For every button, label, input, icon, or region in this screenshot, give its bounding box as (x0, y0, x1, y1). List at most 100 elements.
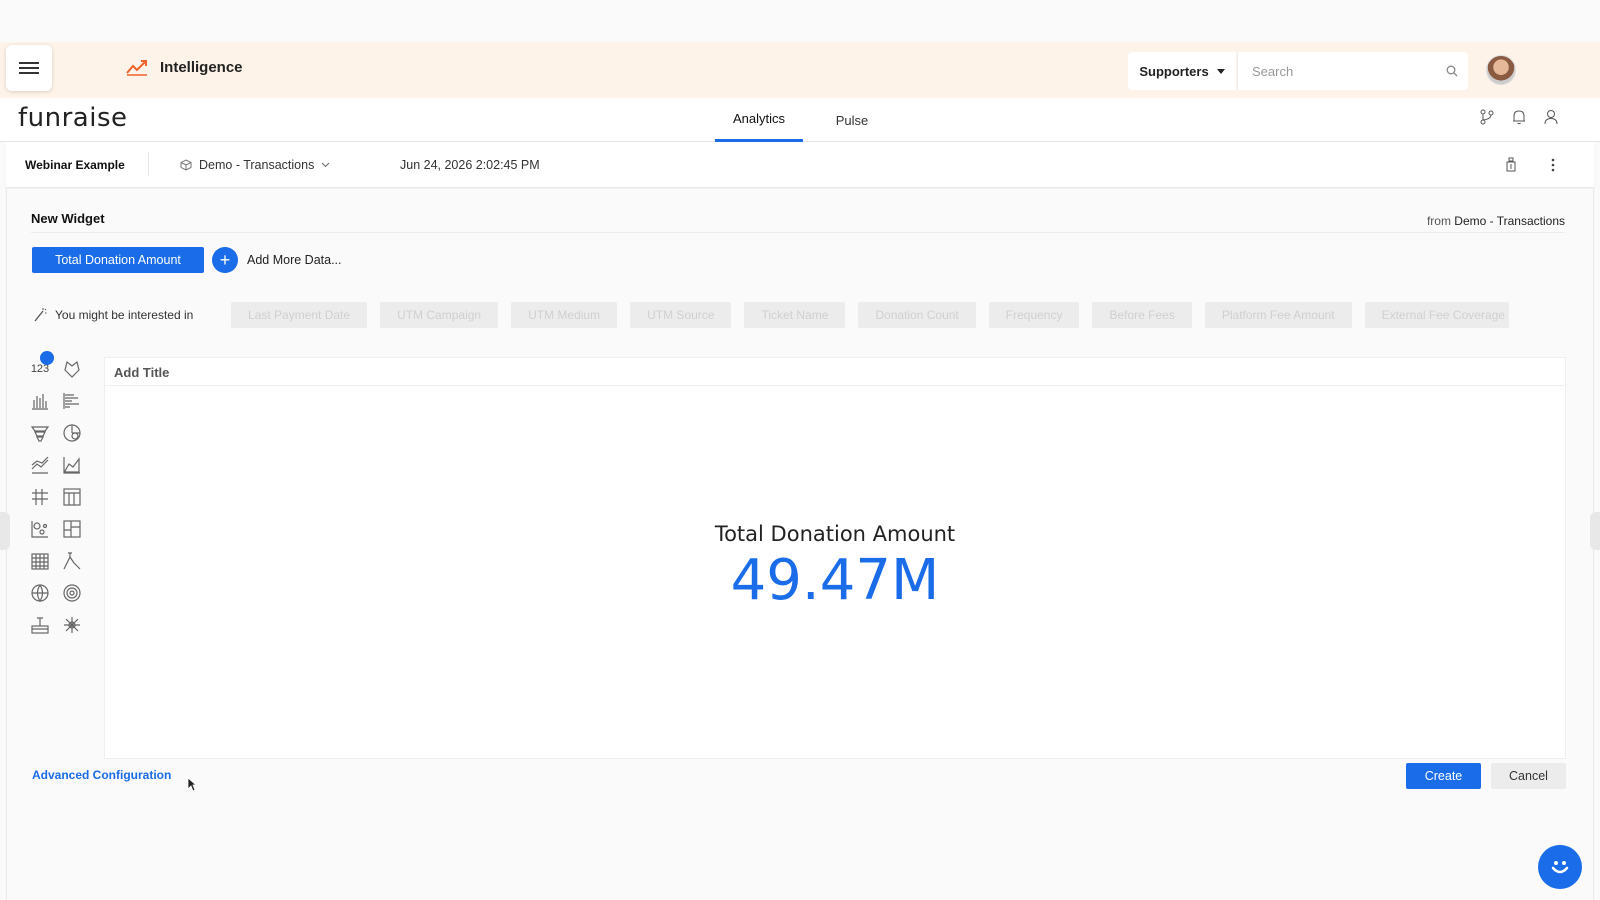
trend-up-icon (126, 60, 147, 76)
pie-chart-icon (63, 423, 81, 442)
datasource-dropdown[interactable]: Demo - Transactions (180, 158, 330, 172)
sunburst-button[interactable] (60, 582, 84, 603)
suggestion-chip[interactable]: Frequency (988, 302, 1080, 328)
datasource-label: Demo - Transactions (199, 158, 315, 172)
table-chart-button[interactable] (28, 486, 52, 507)
dashboard-name: Webinar Example (25, 158, 125, 172)
nav-icons (1478, 108, 1560, 126)
menu-button[interactable] (6, 45, 52, 91)
tab-pulse[interactable]: Pulse (820, 98, 884, 142)
suggestion-chip[interactable]: Platform Fee Amount (1204, 302, 1352, 328)
smiley-icon (1551, 861, 1569, 874)
kpi-value: 49.47M (730, 548, 940, 613)
polar-icon (64, 360, 80, 378)
widget-source: from Demo - Transactions (1427, 214, 1565, 228)
boxplot-icon (63, 551, 81, 569)
search-icon[interactable] (1446, 65, 1458, 77)
suggestion-chip[interactable]: Before Fees (1092, 302, 1192, 328)
timestamp: Jun 24, 2026 2:02:45 PM (400, 158, 540, 172)
scatter-chart-button[interactable] (28, 518, 52, 539)
suggestion-chip[interactable]: Ticket Name (744, 302, 846, 328)
app-brand: Intelligence (126, 58, 243, 76)
treemap-icon (63, 519, 81, 538)
suggestion-chip[interactable]: Last Payment Date (231, 302, 368, 328)
create-button[interactable]: Create (1406, 763, 1481, 789)
table-icon (32, 488, 48, 505)
suggestion-chip[interactable]: External Fee Coverage (1364, 302, 1509, 328)
kpi-label: Total Donation Amount (714, 522, 956, 546)
right-panel-handle[interactable] (1590, 512, 1600, 550)
left-panel-handle[interactable] (0, 512, 10, 550)
hamburger-icon (19, 59, 39, 77)
area-chart-icon (63, 456, 80, 474)
cube-icon (180, 159, 192, 171)
divider (31, 232, 1565, 233)
bar-chart-button[interactable] (60, 390, 84, 411)
selected-badge (40, 351, 54, 365)
indicator-chart-button[interactable]: 123 (28, 351, 54, 379)
pivot-table-icon (63, 487, 81, 506)
treemap-button[interactable] (60, 518, 84, 539)
subheader-icons (1502, 156, 1562, 174)
advanced-configuration-link[interactable]: Advanced Configuration (32, 768, 171, 782)
caret-down-icon (1216, 68, 1225, 74)
supporters-label: Supporters (1139, 63, 1209, 79)
pie-chart-button[interactable] (60, 422, 84, 443)
globe-icon (31, 583, 49, 602)
sparkle-icon (64, 616, 80, 633)
bell-icon[interactable] (1510, 108, 1528, 126)
user-icon[interactable] (1542, 108, 1560, 126)
magic-wand-icon (34, 308, 47, 322)
suggestion-chips: Last Payment Date UTM Campaign UTM Mediu… (231, 302, 1509, 328)
user-avatar[interactable] (1486, 55, 1516, 85)
pivot-table-button[interactable] (60, 486, 84, 507)
widget-title-input[interactable] (114, 365, 514, 380)
tab-analytics[interactable]: Analytics (715, 98, 803, 142)
polar-chart-button[interactable] (60, 358, 84, 379)
filter-icon[interactable] (1502, 156, 1520, 174)
search-box[interactable] (1237, 52, 1468, 90)
from-source: Demo - Transactions (1454, 214, 1565, 228)
blox-button[interactable] (28, 614, 52, 635)
add-more-data-button[interactable]: + Add More Data... (212, 247, 342, 273)
supporters-dropdown[interactable]: Supporters (1128, 52, 1236, 90)
cancel-button[interactable]: Cancel (1491, 763, 1566, 789)
suggestions-label: You might be interested in (33, 307, 193, 323)
calendar-heatmap-icon (31, 552, 49, 570)
sunburst-icon (63, 583, 81, 602)
widget-editor-title: New Widget (31, 211, 105, 226)
divider (104, 385, 1566, 386)
boxplot-button[interactable] (60, 550, 84, 571)
funnel-chart-button[interactable] (28, 422, 52, 443)
funnel-chart-icon (30, 425, 50, 442)
column-chart-icon (32, 393, 48, 410)
scatter-chart-icon (31, 520, 48, 538)
column-chart-button[interactable] (28, 390, 52, 411)
search-input[interactable] (1252, 63, 1446, 79)
chat-button[interactable] (1538, 845, 1582, 889)
more-vertical-icon[interactable] (1544, 156, 1562, 174)
spark-button[interactable] (60, 614, 84, 635)
suggestion-chip[interactable]: UTM Campaign (380, 302, 499, 328)
suggestion-chip[interactable]: Donation Count (858, 302, 976, 328)
chart-type-picker: 123 (28, 351, 92, 635)
scatter-map-button[interactable] (28, 582, 52, 603)
plus-icon: + (212, 247, 238, 273)
mouse-cursor-icon (187, 777, 197, 792)
bar-chart-icon (63, 392, 79, 409)
top-strip (0, 0, 1600, 42)
from-label: from (1426, 214, 1451, 228)
area-chart-button[interactable] (60, 454, 84, 475)
suggestions-text: You might be interested in (55, 308, 194, 322)
app-name: Intelligence (160, 58, 243, 76)
blox-icon (31, 616, 49, 634)
suggestion-chip[interactable]: UTM Medium (511, 302, 618, 328)
measure-total-donation-amount[interactable]: Total Donation Amount (32, 247, 204, 273)
line-chart-button[interactable] (28, 454, 52, 475)
suggestion-chip[interactable]: UTM Source (630, 302, 732, 328)
branch-icon[interactable] (1478, 108, 1496, 126)
calendar-heatmap-button[interactable] (28, 550, 52, 571)
add-more-label: Add More Data... (247, 253, 342, 267)
divider (148, 152, 149, 176)
funraise-logo[interactable]: funraise (18, 103, 128, 133)
